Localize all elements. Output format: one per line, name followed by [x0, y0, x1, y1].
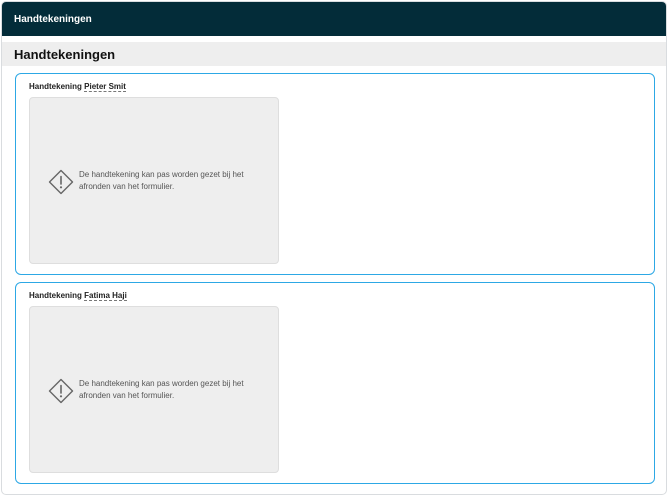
- signature-title: Handtekening Fatima Haji: [29, 291, 127, 301]
- top-bar-title: Handtekeningen: [14, 13, 92, 25]
- signature-card-pieter-smit: Handtekening Pieter Smit De handtekening…: [15, 73, 655, 275]
- signature-pad[interactable]: De handtekening kan pas worden gezet bij…: [29, 97, 279, 264]
- signature-card-fatima-haji: Handtekening Fatima Haji De handtekening…: [15, 282, 655, 484]
- signature-message: De handtekening kan pas worden gezet bij…: [79, 379, 244, 400]
- signature-label-prefix: Handtekening: [29, 291, 82, 300]
- signer-name[interactable]: Fatima Haji: [84, 291, 127, 301]
- signature-label-prefix: Handtekening: [29, 82, 82, 91]
- top-bar: Handtekeningen: [2, 2, 666, 36]
- signature-message: De handtekening kan pas worden gezet bij…: [79, 170, 244, 191]
- section-title: Handtekeningen: [14, 46, 116, 62]
- app-window: Handtekeningen Handtekeningen Handtekeni…: [1, 1, 667, 495]
- signer-name[interactable]: Pieter Smit: [84, 82, 126, 92]
- section-header: Handtekeningen: [2, 42, 666, 66]
- signature-pad[interactable]: De handtekening kan pas worden gezet bij…: [29, 306, 279, 473]
- warning-diamond-icon: [48, 378, 74, 404]
- signature-title: Handtekening Pieter Smit: [29, 82, 126, 92]
- warning-diamond-icon: [48, 169, 74, 195]
